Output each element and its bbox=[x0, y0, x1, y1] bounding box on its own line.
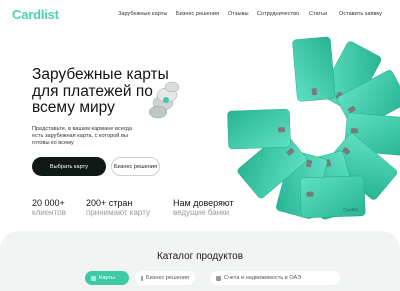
stat-countries: 200+ стран принимают карту bbox=[86, 198, 150, 218]
tab-cards[interactable]: Карты bbox=[85, 271, 129, 285]
choose-card-button[interactable]: Выбрать карту bbox=[32, 157, 106, 176]
stat-caption: клиентов bbox=[32, 208, 66, 217]
business-solutions-button[interactable]: Бизнес решения bbox=[111, 157, 160, 176]
hero-description: Представьте, в вашем кармане всегда есть… bbox=[32, 126, 132, 147]
tab-label: Карты bbox=[99, 275, 115, 281]
tab-label: Бизнес решения bbox=[146, 275, 189, 281]
tab-business[interactable]: Бизнес решения bbox=[135, 271, 195, 285]
stat-value: 200+ стран bbox=[86, 198, 133, 208]
briefcase-icon bbox=[141, 275, 144, 281]
stat-caption: ведущие банки bbox=[173, 208, 230, 217]
catalog-title: Каталог продуктов bbox=[156, 251, 244, 262]
tab-label: Счета и недвижимость в ОАЭ bbox=[224, 275, 302, 281]
tab-uae-accounts[interactable]: Счета и недвижимость в ОАЭ bbox=[210, 271, 340, 285]
stat-trust: Нам доверяют ведущие банки bbox=[173, 198, 234, 218]
stat-value: 20 000+ bbox=[32, 198, 65, 208]
stat-caption: принимают карту bbox=[86, 208, 150, 217]
hero-title: Зарубежные карты для платежей по всему м… bbox=[32, 66, 169, 116]
stat-clients: 20 000+ клиентов bbox=[32, 198, 66, 218]
card-icon bbox=[91, 275, 96, 281]
stat-value: Нам доверяют bbox=[173, 198, 234, 208]
building-icon bbox=[216, 275, 221, 281]
card-fan: Cardlist bbox=[227, 36, 400, 220]
card-brand-text: Cardlist bbox=[343, 207, 359, 213]
